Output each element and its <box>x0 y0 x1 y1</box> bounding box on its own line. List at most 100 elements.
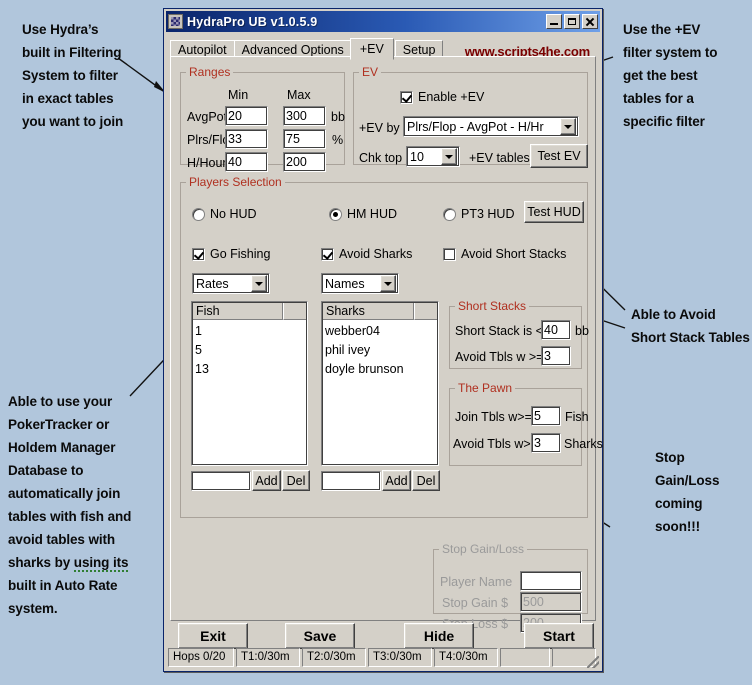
chk-top-select[interactable]: 10 <box>406 146 460 167</box>
fish-del-button[interactable]: Del <box>282 470 310 491</box>
ranges-col-min: Min <box>228 88 249 102</box>
plus-ev-by-select[interactable]: Plrs/Flop - AvgPot - H/Hr <box>403 116 579 137</box>
sharks-column-header[interactable]: Sharks <box>322 302 414 320</box>
group-ranges-legend: Ranges <box>189 65 231 79</box>
join-tbls-label: Join Tbls w>= <box>455 410 532 424</box>
fish-column-header[interactable]: Fish <box>192 302 283 320</box>
short-stack-value-input[interactable] <box>541 320 571 340</box>
avgpot-min-input[interactable] <box>225 106 268 126</box>
avoid-tbls-pawn-unit: Sharks <box>564 437 603 451</box>
list-item[interactable]: 13 <box>195 360 307 379</box>
short-stack-is-label: Short Stack is <= <box>455 324 551 338</box>
app-icon <box>168 14 183 29</box>
status-t3: T3:0/30m <box>368 648 432 667</box>
chk-top-label: Chk top <box>359 151 403 165</box>
avgpot-max-input[interactable] <box>283 106 326 126</box>
avoid-short-stacks-checkbox[interactable]: Avoid Short Stacks <box>443 247 566 261</box>
chevron-down-icon[interactable] <box>251 275 267 292</box>
resize-grip-icon[interactable] <box>587 656 599 668</box>
radio-no-hud[interactable]: No HUD <box>192 207 257 221</box>
list-item[interactable]: 5 <box>195 341 307 360</box>
fish-column-header-blank[interactable] <box>283 302 307 320</box>
avoid-sharks-label: Avoid Sharks <box>339 247 413 261</box>
hide-button[interactable]: Hide <box>404 623 474 649</box>
fish-add-button[interactable]: Add <box>252 470 281 491</box>
ranges-col-max: Max <box>287 88 311 102</box>
sharks-mode-select[interactable]: Names <box>321 273 399 294</box>
window-title: HydraPro UB v1.0.5.9 <box>187 14 318 29</box>
avoid-tbls-pawn-label: Avoid Tbls w>= <box>453 437 539 451</box>
exit-button[interactable]: Exit <box>178 623 248 649</box>
fish-listview-header: Fish <box>192 302 307 320</box>
avoid-tbls-short-label: Avoid Tbls w >= <box>455 350 544 364</box>
group-stop-gain-loss-legend: Stop Gain/Loss <box>442 542 525 556</box>
stop-gain-label: Stop Gain $ <box>442 596 509 610</box>
plrsflop-max-input[interactable] <box>283 129 326 149</box>
plus-ev-by-label: +EV by <box>359 121 400 135</box>
hhour-max-input[interactable] <box>283 152 326 172</box>
list-item[interactable]: 1 <box>195 322 307 341</box>
sharks-listview[interactable]: Sharks webber04 phil ivey doyle brunson <box>321 301 439 466</box>
fish-listview-body: 1 5 13 <box>192 320 307 379</box>
plrsflop-min-input[interactable] <box>225 129 268 149</box>
sharks-listview-header: Sharks <box>322 302 438 320</box>
group-players-selection: Players Selection No HUD HM HUD PT3 HUD … <box>180 175 603 518</box>
annotation-top-left: Use Hydra’s built in Filtering System to… <box>22 22 124 129</box>
fish-listview[interactable]: Fish 1 5 13 <box>191 301 308 466</box>
group-short-stacks-legend: Short Stacks <box>458 299 527 313</box>
stop-gain-input <box>520 592 582 612</box>
annotation-mid-right: Able to Avoid Short Stack Tables <box>631 307 750 345</box>
radio-circle <box>192 207 205 221</box>
group-ev-legend: EV <box>362 65 379 79</box>
hhour-min-input[interactable] <box>225 152 268 172</box>
radio-hm-hud[interactable]: HM HUD <box>329 207 397 221</box>
radio-circle <box>329 207 342 221</box>
status-t1: T1:0/30m <box>236 648 300 667</box>
close-icon[interactable] <box>582 14 598 29</box>
status-hops: Hops 0/20 <box>168 648 234 667</box>
minimize-button[interactable] <box>546 14 562 29</box>
group-ev: EV Enable +EV +EV by Plrs/Flop - AvgPot … <box>353 65 588 168</box>
maximize-button[interactable] <box>564 14 580 29</box>
sharks-add-input[interactable] <box>321 471 381 491</box>
sharks-add-button[interactable]: Add <box>382 470 411 491</box>
avoid-tbls-short-input[interactable] <box>541 346 571 366</box>
title-bar[interactable]: HydraPro UB v1.0.5.9 <box>166 11 600 32</box>
radio-hm-hud-label: HM HUD <box>347 207 397 221</box>
annotation-bottom-right: Stop Gain/Loss coming soon!!! <box>655 450 720 534</box>
avoid-tbls-pawn-input[interactable] <box>531 433 561 453</box>
ranges-row-hhour-label: H/Hour <box>187 156 227 170</box>
test-ev-button[interactable]: Test EV <box>530 144 588 168</box>
chevron-down-icon[interactable] <box>441 148 457 165</box>
start-button[interactable]: Start <box>524 623 594 649</box>
annotation-bottom-left-part2: built in Auto Rate system. <box>8 578 118 616</box>
player-name-label: Player Name <box>440 575 513 589</box>
checkbox-box <box>192 247 205 261</box>
radio-pt3-hud[interactable]: PT3 HUD <box>443 207 514 221</box>
save-button[interactable]: Save <box>285 623 355 649</box>
list-item[interactable]: webber04 <box>325 322 438 341</box>
list-item[interactable]: phil ivey <box>325 341 438 360</box>
enable-plus-ev-checkbox[interactable]: Enable +EV <box>400 90 484 104</box>
chevron-down-icon[interactable] <box>380 275 396 292</box>
sharks-del-button[interactable]: Del <box>412 470 440 491</box>
go-fishing-checkbox[interactable]: Go Fishing <box>192 247 270 261</box>
fish-mode-select[interactable]: Rates <box>192 273 270 294</box>
plrsflop-unit: % <box>332 133 344 147</box>
ranges-row-avgpot-label: AvgPot <box>187 110 228 124</box>
chevron-down-icon[interactable] <box>560 118 576 135</box>
tab-panel-plus-ev: Ranges Min Max AvgPot bb Plrs/Flop % H/H… <box>170 56 603 633</box>
join-tbls-input[interactable] <box>531 406 561 426</box>
avoid-sharks-checkbox[interactable]: Avoid Sharks <box>321 247 412 261</box>
status-bar: Hops 0/20 T1:0/30m T2:0/30m T3:0/30m T4:… <box>168 648 598 667</box>
status-t2: T2:0/30m <box>302 648 366 667</box>
annotation-bottom-left-part1: Able to use your PokerTracker or Holdem … <box>8 394 132 570</box>
status-t4: T4:0/30m <box>434 648 498 667</box>
checkbox-box <box>443 247 456 261</box>
list-item[interactable]: doyle brunson <box>325 360 438 379</box>
avoid-short-stacks-label: Avoid Short Stacks <box>461 247 567 261</box>
fish-add-input[interactable] <box>191 471 251 491</box>
sharks-column-header-blank[interactable] <box>414 302 438 320</box>
test-hud-button[interactable]: Test HUD <box>524 201 584 223</box>
tab-plus-ev[interactable]: +EV <box>349 38 394 60</box>
